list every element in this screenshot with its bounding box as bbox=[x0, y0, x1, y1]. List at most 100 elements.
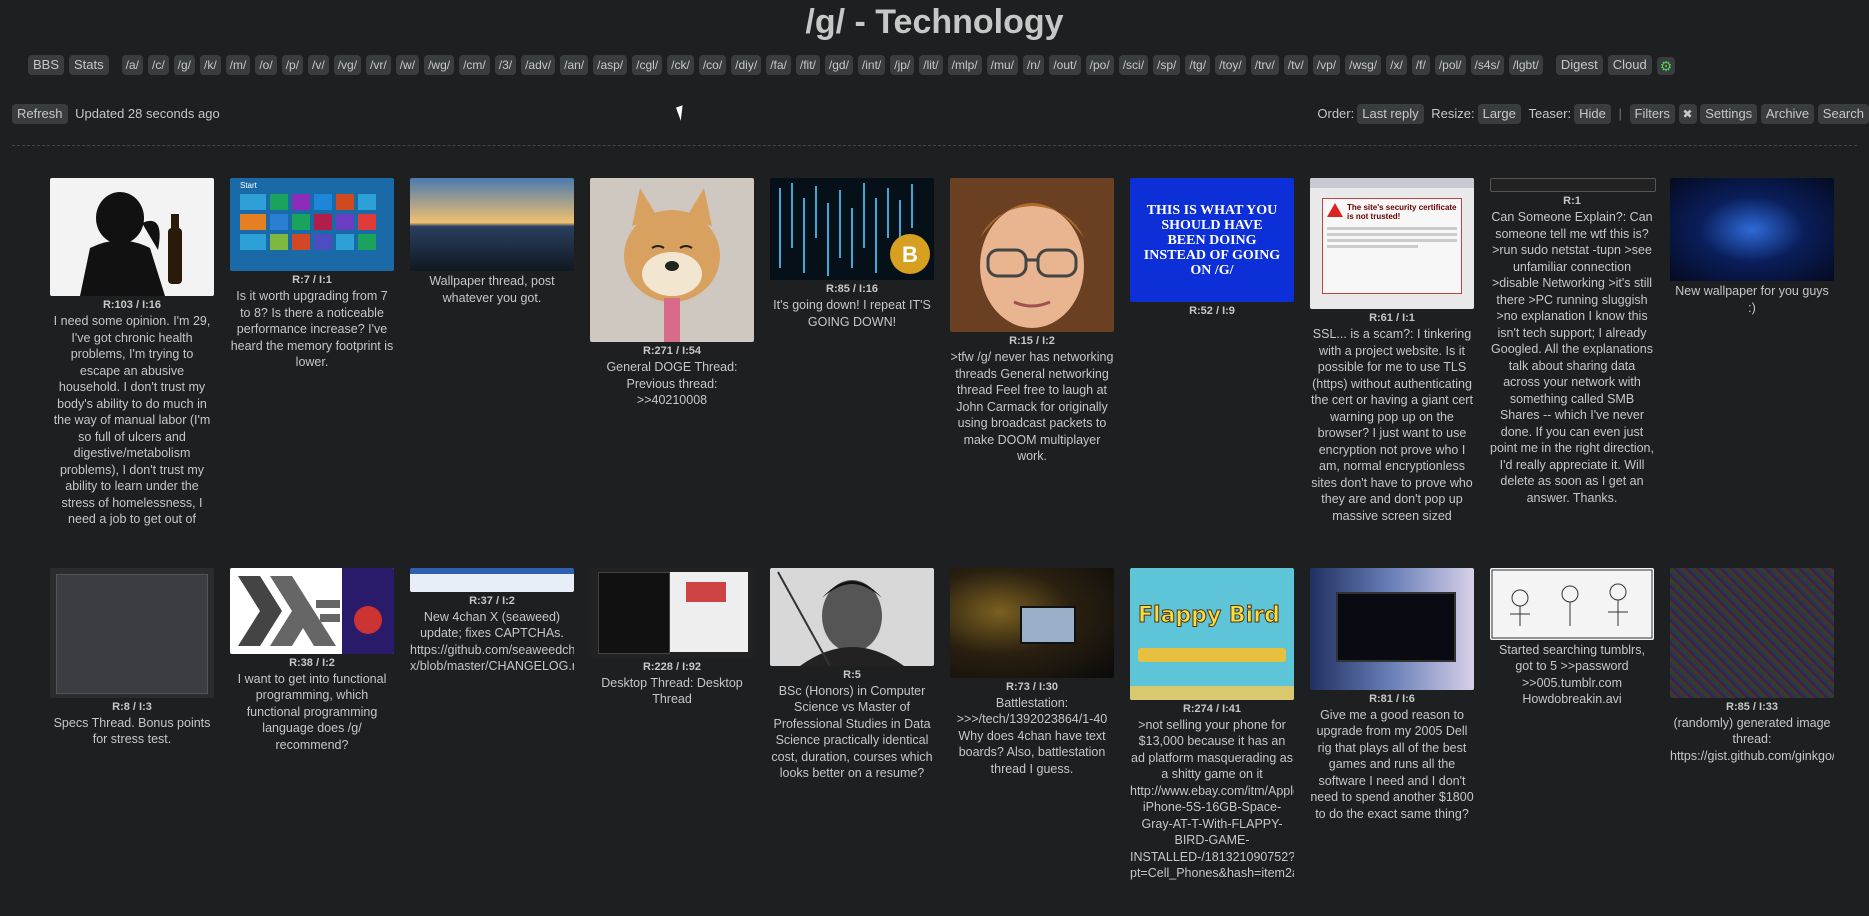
board-link[interactable]: /n/ bbox=[1022, 55, 1045, 75]
thread-thumbnail[interactable] bbox=[1670, 567, 1834, 698]
board-link[interactable]: /adv/ bbox=[521, 55, 556, 75]
thread-card[interactable]: R:103 / I:16 I need some opinion. I'm 29… bbox=[50, 178, 214, 528]
thread-thumbnail[interactable] bbox=[1490, 567, 1654, 640]
board-link[interactable]: /vg/ bbox=[333, 55, 362, 75]
board-link[interactable]: /f/ bbox=[1411, 55, 1430, 75]
board-link[interactable]: /s4s/ bbox=[1470, 55, 1504, 75]
thread-thumbnail[interactable] bbox=[590, 178, 754, 342]
board-link[interactable]: /mu/ bbox=[986, 55, 1018, 75]
cloud-button[interactable]: Cloud bbox=[1607, 55, 1652, 75]
board-link[interactable]: /mlp/ bbox=[947, 55, 982, 75]
thread-thumbnail[interactable] bbox=[770, 567, 934, 666]
board-link[interactable]: /x/ bbox=[1386, 55, 1407, 75]
board-link[interactable]: /toy/ bbox=[1215, 55, 1246, 75]
teaser-button[interactable]: Hide bbox=[1574, 104, 1611, 124]
thread-card[interactable]: Flappy Bird R:274 / I:41 >not selling yo… bbox=[1130, 567, 1294, 882]
board-link[interactable]: /diy/ bbox=[731, 55, 762, 75]
digest-button[interactable]: Digest bbox=[1555, 55, 1603, 75]
thread-card[interactable]: R:8 / I:3 Specs Thread. Bonus points for… bbox=[50, 567, 214, 882]
board-link[interactable]: /gd/ bbox=[824, 55, 853, 75]
stats-button[interactable]: Stats bbox=[69, 55, 109, 75]
board-link[interactable]: /k/ bbox=[200, 55, 221, 75]
thread-card[interactable]: R:38 / I:2 I want to get into functional… bbox=[230, 567, 394, 882]
board-link[interactable]: /wg/ bbox=[424, 55, 455, 75]
thread-card[interactable]: R:1 Can Someone Explain?: Can someone te… bbox=[1490, 178, 1656, 528]
board-link[interactable]: /fa/ bbox=[766, 55, 791, 75]
thread-thumbnail[interactable] bbox=[1670, 178, 1834, 281]
board-link[interactable]: /vr/ bbox=[366, 55, 391, 75]
board-link[interactable]: /fit/ bbox=[795, 55, 820, 75]
settings-button[interactable]: Settings bbox=[1700, 104, 1758, 124]
board-link[interactable]: /jp/ bbox=[890, 55, 915, 75]
thread-card[interactable]: The site's security certificate is not t… bbox=[1310, 178, 1474, 528]
thread-thumbnail[interactable]: Flappy Bird bbox=[1130, 567, 1294, 700]
thread-teaser: New 4chan X (seaweed) update; fixes CAPT… bbox=[410, 609, 574, 674]
gear-icon[interactable] bbox=[1656, 56, 1675, 75]
board-link[interactable]: /ck/ bbox=[667, 55, 694, 75]
board-link[interactable]: /3/ bbox=[494, 55, 517, 75]
board-link[interactable]: /po/ bbox=[1085, 55, 1114, 75]
thread-thumbnail[interactable]: Start bbox=[230, 178, 394, 271]
search-button[interactable]: Search bbox=[1817, 104, 1869, 124]
board-link[interactable]: /cgl/ bbox=[632, 55, 663, 75]
board-link[interactable]: /lgbt/ bbox=[1508, 55, 1543, 75]
thread-card[interactable]: Wallpaper thread, post whatever you got. bbox=[410, 178, 574, 528]
board-link[interactable]: /sci/ bbox=[1118, 55, 1149, 75]
thread-thumbnail[interactable] bbox=[1490, 178, 1656, 192]
board-link[interactable]: /tv/ bbox=[1283, 55, 1308, 75]
filters-button[interactable]: Filters bbox=[1629, 104, 1675, 124]
thread-card[interactable]: Started searching tumblrs, got to 5 >>pa… bbox=[1490, 567, 1654, 882]
thread-card[interactable]: R:85 / I:33 (randomly) generated image t… bbox=[1670, 567, 1834, 882]
thread-thumbnail[interactable] bbox=[50, 567, 214, 698]
thread-card[interactable]: THIS IS WHAT YOU SHOULD HAVE BEEN DOING … bbox=[1130, 178, 1294, 528]
clear-filters-icon[interactable]: ✖ bbox=[1678, 104, 1697, 124]
archive-button[interactable]: Archive bbox=[1760, 104, 1815, 124]
thread-card[interactable]: B R:85 / I:16 It's going down! I repeat … bbox=[770, 178, 934, 528]
thread-card[interactable]: R:271 / I:54 General DOGE Thread: Previo… bbox=[590, 178, 754, 528]
board-link[interactable]: /co/ bbox=[698, 55, 727, 75]
thread-card[interactable]: R:37 / I:2 New 4chan X (seaweed) update;… bbox=[410, 567, 574, 882]
board-link[interactable]: /cm/ bbox=[459, 55, 490, 75]
thread-card[interactable]: Start R:7 / I:1 Is it worth upgrading fr… bbox=[230, 178, 394, 528]
thread-thumbnail[interactable] bbox=[950, 178, 1114, 332]
board-link[interactable]: /a/ bbox=[121, 55, 143, 75]
thread-card[interactable]: R:73 / I:30 Battlestation: >>>/tech/1392… bbox=[950, 567, 1114, 882]
thread-thumbnail[interactable] bbox=[1310, 567, 1474, 690]
board-link[interactable]: /c/ bbox=[147, 55, 169, 75]
board-link[interactable]: /o/ bbox=[255, 55, 277, 75]
board-link[interactable]: /an/ bbox=[560, 55, 589, 75]
thread-thumbnail[interactable] bbox=[410, 567, 574, 592]
resize-button[interactable]: Large bbox=[1477, 104, 1521, 124]
order-button[interactable]: Last reply bbox=[1357, 104, 1424, 124]
thread-thumbnail[interactable]: B bbox=[770, 178, 934, 280]
thread-thumbnail[interactable] bbox=[230, 567, 394, 654]
thread-card[interactable]: R:5 BSc (Honors) in Computer Science vs … bbox=[770, 567, 934, 882]
refresh-button[interactable]: Refresh bbox=[12, 104, 68, 124]
board-link[interactable]: /lit/ bbox=[919, 55, 943, 75]
thread-card[interactable]: New wallpaper for you guys :) bbox=[1670, 178, 1834, 528]
board-link[interactable]: /asp/ bbox=[593, 55, 628, 75]
board-link[interactable]: /out/ bbox=[1049, 55, 1081, 75]
thread-card[interactable]: R:228 / I:92 Desktop Thread: Desktop Thr… bbox=[590, 567, 754, 882]
board-link[interactable]: /p/ bbox=[281, 55, 304, 75]
thread-thumbnail[interactable]: THIS IS WHAT YOU SHOULD HAVE BEEN DOING … bbox=[1130, 178, 1294, 302]
board-link[interactable]: /vp/ bbox=[1312, 55, 1341, 75]
thread-card[interactable]: R:15 / I:2 >tfw /g/ never has networking… bbox=[950, 178, 1114, 528]
board-link[interactable]: /w/ bbox=[395, 55, 420, 75]
board-link[interactable]: /trv/ bbox=[1250, 55, 1279, 75]
board-link[interactable]: /int/ bbox=[857, 55, 886, 75]
bbs-button[interactable]: BBS bbox=[28, 55, 65, 75]
board-link[interactable]: /g/ bbox=[173, 55, 195, 75]
board-link[interactable]: /pol/ bbox=[1434, 55, 1466, 75]
thread-thumbnail[interactable] bbox=[590, 567, 754, 658]
board-link[interactable]: /v/ bbox=[308, 55, 329, 75]
board-link[interactable]: /tg/ bbox=[1185, 55, 1211, 75]
board-link[interactable]: /wsg/ bbox=[1345, 55, 1382, 75]
thread-card[interactable]: R:81 / I:6 Give me a good reason to upgr… bbox=[1310, 567, 1474, 882]
thread-thumbnail[interactable]: The site's security certificate is not t… bbox=[1310, 178, 1474, 309]
board-link[interactable]: /sp/ bbox=[1153, 55, 1181, 75]
thread-thumbnail[interactable] bbox=[410, 178, 574, 271]
thread-thumbnail[interactable] bbox=[50, 178, 214, 296]
thread-thumbnail[interactable] bbox=[950, 567, 1114, 678]
board-link[interactable]: /m/ bbox=[225, 55, 251, 75]
